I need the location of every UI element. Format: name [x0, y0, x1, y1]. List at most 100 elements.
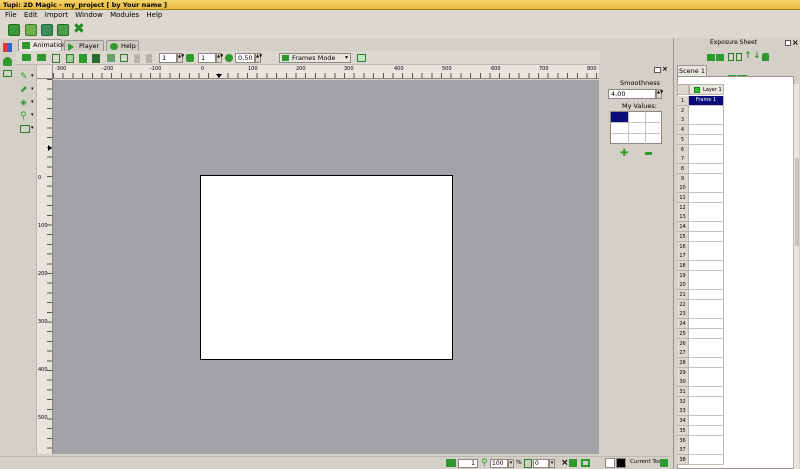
copy-icon[interactable] — [52, 54, 60, 63]
frame-cell[interactable] — [689, 425, 724, 436]
frame-cell[interactable] — [689, 270, 724, 281]
tab-animation[interactable]: Animation — [18, 39, 66, 51]
frame-cell[interactable] — [689, 348, 724, 359]
my-values-table[interactable] — [610, 111, 663, 145]
tab-scene-1[interactable]: Scene 1 — [677, 65, 707, 76]
pencil-tool-icon[interactable]: ✎ — [20, 73, 30, 82]
float-panel-icon[interactable] — [654, 67, 661, 73]
reset-icon[interactable]: × — [561, 458, 569, 468]
menu-modules[interactable]: Modules — [110, 10, 139, 21]
previous-frames-input[interactable]: 1 — [159, 53, 177, 63]
frame-cell[interactable] — [689, 290, 724, 300]
frame-cell[interactable] — [689, 280, 724, 291]
frame-cell[interactable] — [689, 231, 724, 242]
frame-cell[interactable] — [689, 212, 724, 223]
menu-window[interactable]: Window — [75, 10, 103, 21]
frame-cell[interactable] — [689, 173, 724, 184]
chevron-down-icon[interactable]: ▾ — [31, 73, 34, 79]
frame-cell[interactable] — [689, 154, 724, 165]
onion-skin-icon[interactable] — [134, 54, 140, 63]
frame-cell[interactable] — [689, 193, 724, 203]
lock-frame-icon[interactable] — [762, 53, 769, 61]
frame-field[interactable]: 1 — [458, 459, 478, 468]
frame-cell[interactable] — [689, 396, 724, 407]
float-panel-icon[interactable] — [785, 40, 791, 46]
paste-icon[interactable] — [66, 54, 74, 63]
smoothness-stepper[interactable]: ▲▼ — [656, 89, 663, 99]
frame-cell[interactable] — [689, 377, 724, 388]
frame-cell[interactable] — [689, 328, 724, 339]
frame-cell[interactable] — [689, 222, 724, 233]
move-frame-down-icon[interactable]: ↓ — [753, 52, 761, 61]
next-frames-input[interactable]: 1 — [198, 53, 216, 63]
antialias-icon[interactable] — [569, 459, 577, 467]
frame-cell[interactable] — [689, 241, 724, 252]
frame-cell[interactable] — [689, 338, 724, 349]
open-project-icon[interactable] — [25, 24, 37, 36]
next-frames-stepper[interactable]: ▲▼ — [216, 53, 223, 63]
frame-cell[interactable] — [689, 435, 724, 446]
tab-help[interactable]: Help — [106, 40, 139, 51]
chevron-down-icon[interactable]: ▾ — [31, 99, 34, 105]
menu-file[interactable]: File — [5, 10, 17, 21]
frame-cell[interactable] — [689, 445, 724, 456]
frame-cell[interactable] — [689, 319, 724, 330]
close-icon[interactable]: × — [662, 66, 669, 73]
save-project-icon[interactable] — [41, 24, 53, 36]
frame-cell[interactable] — [689, 251, 724, 262]
remove-frame-icon[interactable] — [736, 53, 742, 61]
frame-cell[interactable] — [689, 387, 724, 397]
shape-tool-icon[interactable] — [20, 125, 30, 133]
my-values-cell-selected[interactable] — [611, 112, 628, 122]
frame-cell[interactable] — [689, 115, 724, 126]
zoom-dropdown-icon[interactable]: ▾ — [508, 459, 514, 468]
fill-tool-icon[interactable]: ◈ — [20, 99, 30, 108]
close-icon[interactable]: × — [792, 38, 799, 47]
camera-icon[interactable] — [357, 54, 366, 62]
frame-cell-selected[interactable]: Frame 1 — [689, 96, 724, 106]
frame-cell[interactable] — [689, 125, 724, 136]
layer-visibility-icon[interactable] — [694, 87, 700, 93]
mode-select[interactable]: Frames Mode ▾ — [279, 53, 351, 63]
fill-color-swatch[interactable] — [605, 458, 615, 468]
chevron-down-icon[interactable]: ▾ — [31, 112, 34, 118]
group-icon[interactable] — [107, 54, 115, 62]
new-project-icon[interactable] — [8, 24, 20, 36]
menu-help[interactable]: Help — [146, 10, 162, 21]
layer-header[interactable]: Layer 1 — [689, 84, 724, 95]
frame-cell[interactable] — [689, 134, 724, 145]
frame-cell[interactable] — [689, 416, 724, 427]
frame-cell[interactable] — [689, 105, 724, 116]
scrollbar[interactable] — [793, 84, 799, 469]
menu-edit[interactable]: Edit — [24, 10, 38, 21]
frame-cell[interactable] — [689, 299, 724, 310]
opacity-stepper[interactable]: ▲▼ — [255, 53, 262, 63]
onion-skin-next-icon[interactable] — [146, 54, 152, 63]
move-frame-up-icon[interactable]: ↑ — [744, 52, 752, 61]
chevron-down-icon[interactable]: ▾ — [31, 86, 34, 92]
zoom-field[interactable]: 100 — [490, 459, 508, 468]
insert-layer-icon[interactable] — [707, 54, 715, 61]
zoom-tool-icon[interactable]: ⚲ — [20, 112, 30, 121]
frame-cell[interactable] — [689, 357, 724, 368]
frame-cell[interactable] — [689, 454, 724, 465]
save-as-icon[interactable] — [57, 24, 69, 36]
scrollbar-thumb[interactable] — [795, 158, 799, 246]
frame-cell[interactable] — [689, 144, 724, 155]
selection-tool-icon[interactable]: ⬈ — [20, 86, 30, 95]
remove-value-icon[interactable] — [645, 152, 652, 155]
frame-cell[interactable] — [689, 163, 724, 174]
previous-frames-stepper[interactable]: ▲▼ — [177, 53, 184, 63]
ungroup-icon[interactable] — [120, 54, 128, 62]
pen-color-swatch[interactable] — [616, 458, 626, 468]
drawing-canvas[interactable] — [200, 175, 453, 360]
library-icon[interactable] — [3, 70, 12, 77]
add-value-icon[interactable]: ✚ — [620, 149, 628, 159]
frame-cell[interactable] — [689, 367, 724, 378]
smoothness-input[interactable]: 4,00 — [608, 89, 656, 99]
delete-icon[interactable] — [92, 54, 100, 63]
menu-import[interactable]: Import — [45, 10, 68, 21]
frame-cell[interactable] — [689, 309, 724, 320]
opacity-input[interactable]: 0,50 — [235, 53, 255, 63]
fullscreen-icon[interactable] — [581, 459, 590, 467]
